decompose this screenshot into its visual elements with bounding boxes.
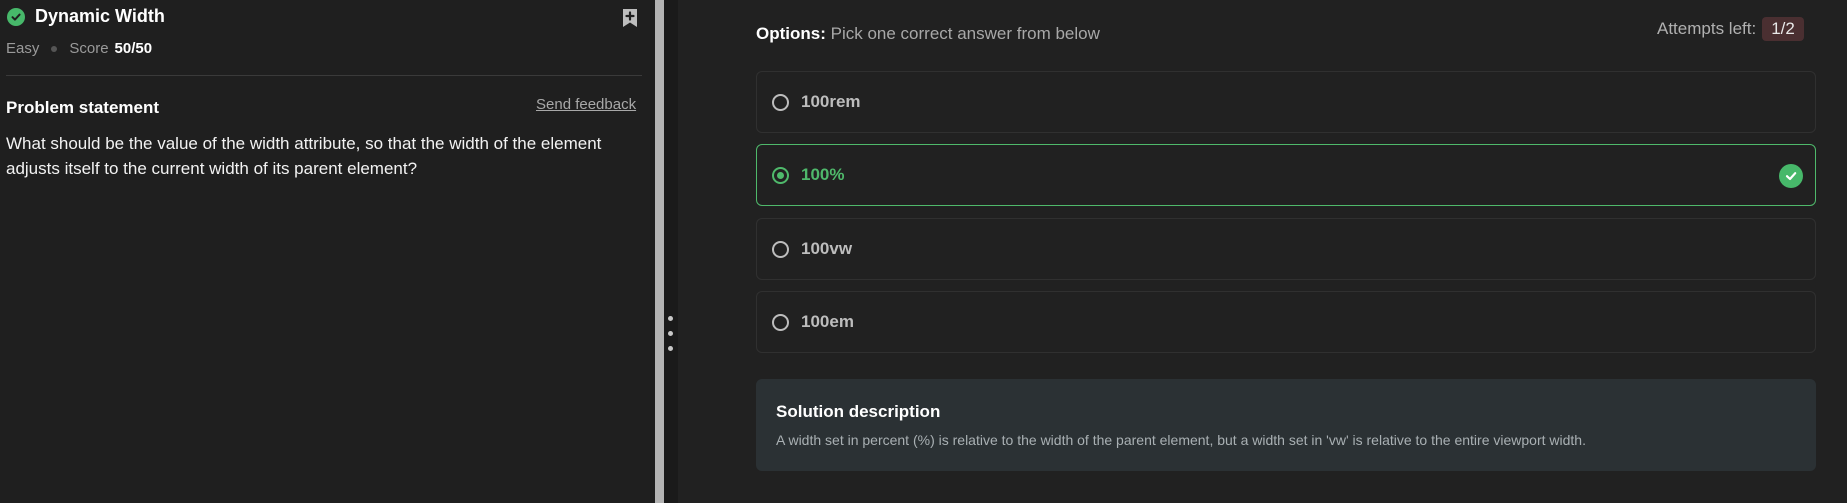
attempts-label: Attempts left: bbox=[1657, 19, 1757, 38]
panel-splitter[interactable] bbox=[664, 0, 678, 503]
option-100vw[interactable]: 100vw bbox=[756, 218, 1816, 280]
problem-meta: Easy Score 50/50 bbox=[6, 40, 152, 57]
option-100rem[interactable]: 100rem bbox=[756, 71, 1816, 133]
options-label: Options: bbox=[756, 24, 826, 43]
solution-description-card: Solution description A width set in perc… bbox=[756, 379, 1816, 471]
score-label: Score bbox=[69, 40, 109, 57]
option-label: 100em bbox=[801, 312, 854, 331]
option-100-percent[interactable]: 100% bbox=[756, 144, 1816, 206]
drag-handle-icon[interactable] bbox=[668, 316, 673, 321]
problem-question: What should be the value of the width at… bbox=[6, 134, 602, 178]
difficulty-label: Easy bbox=[6, 40, 40, 57]
option-label: 100% bbox=[801, 165, 845, 184]
problem-statement-heading: Problem statement bbox=[6, 98, 160, 117]
option-label: 100vw bbox=[801, 239, 853, 258]
send-feedback-link[interactable]: Send feedback bbox=[536, 96, 636, 113]
divider bbox=[6, 75, 642, 76]
radio-button[interactable] bbox=[772, 240, 789, 258]
radio-button[interactable] bbox=[772, 313, 789, 331]
problem-title: Dynamic Width bbox=[35, 6, 165, 26]
radio-button-selected[interactable] bbox=[772, 166, 789, 184]
option-100em[interactable]: 100em bbox=[756, 291, 1816, 353]
problem-panel: Dynamic Width Easy Score 50/50 Problem s… bbox=[0, 0, 655, 503]
correct-check-icon bbox=[1779, 164, 1803, 188]
options-header: Options: Pick one correct answer from be… bbox=[756, 24, 1100, 44]
attempts-indicator: Attempts left: 1/2 bbox=[1657, 17, 1804, 41]
solved-check-icon bbox=[7, 7, 25, 26]
attempts-badge: 1/2 bbox=[1762, 17, 1804, 41]
option-label: 100rem bbox=[801, 92, 861, 111]
options-instruction: Pick one correct answer from below bbox=[830, 24, 1100, 43]
solution-title: Solution description bbox=[776, 402, 941, 421]
radio-button[interactable] bbox=[772, 93, 789, 111]
app-root: Dynamic Width Easy Score 50/50 Problem s… bbox=[0, 0, 1847, 503]
solution-text: A width set in percent (%) is relative t… bbox=[776, 432, 1586, 448]
left-panel-scrollbar[interactable] bbox=[655, 0, 664, 503]
problem-title-row: Dynamic Width bbox=[7, 6, 165, 27]
drag-handle-icon[interactable] bbox=[668, 346, 673, 351]
drag-handle-icon[interactable] bbox=[668, 331, 673, 336]
meta-separator bbox=[51, 45, 58, 52]
score-value: 50/50 bbox=[114, 40, 153, 57]
bookmark-add-icon[interactable] bbox=[619, 7, 641, 29]
